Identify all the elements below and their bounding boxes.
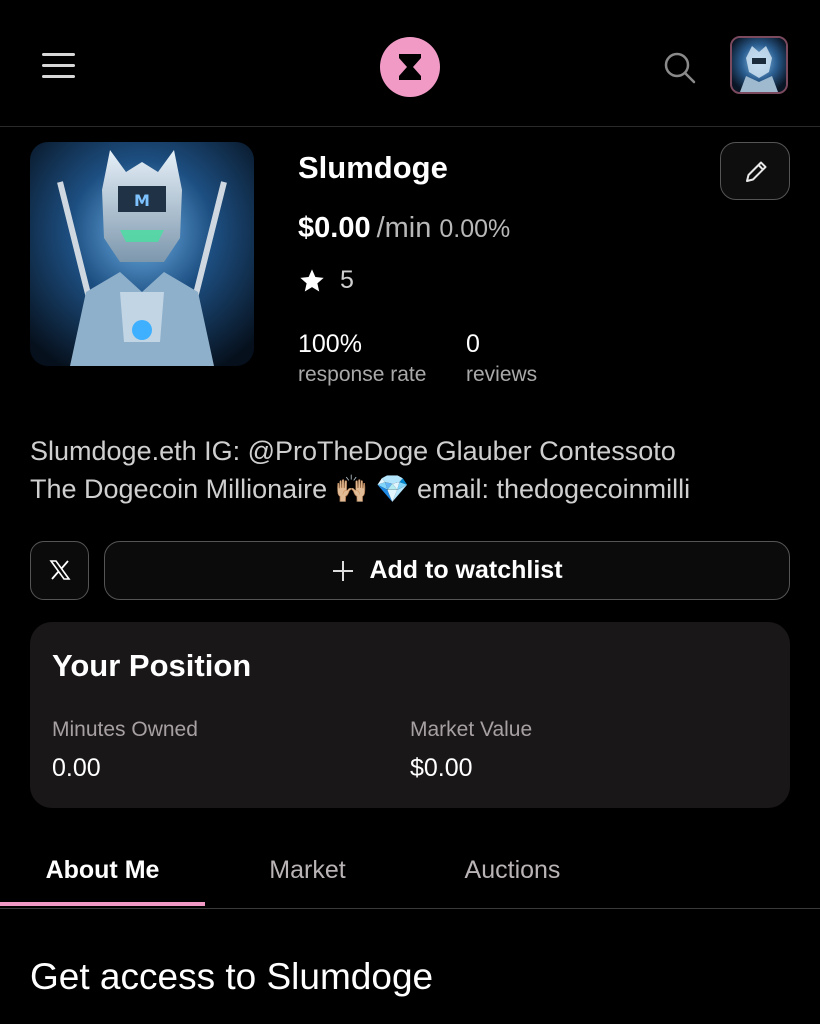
pencil-icon	[746, 161, 767, 182]
active-tab-indicator	[0, 902, 205, 906]
profile-image: M	[30, 142, 254, 366]
tab-auctions[interactable]: Auctions	[410, 838, 615, 906]
gem-emoji: 💎	[375, 474, 410, 504]
minutes-owned-label: Minutes Owned	[52, 718, 198, 741]
position-title: Your Position	[52, 648, 252, 683]
profile-tabs: About Me Market Auctions	[0, 838, 820, 909]
x-social-button[interactable]	[30, 541, 89, 600]
search-icon[interactable]	[660, 48, 700, 88]
tab-about-me[interactable]: About Me	[0, 838, 205, 906]
market-value-value: $0.00	[410, 754, 473, 782]
raised-hands-emoji: 🙌🏼	[334, 474, 369, 504]
plus-icon	[333, 560, 354, 581]
position-card: Your Position Minutes Owned 0.00 Market …	[30, 622, 790, 808]
add-to-watchlist-button[interactable]: Add to watchlist	[104, 541, 790, 600]
bio-line-2-email: email: thedogecoinmilli	[416, 474, 691, 504]
svg-text:M: M	[134, 191, 150, 210]
star-icon	[300, 268, 324, 291]
response-rate-value: 100%	[298, 330, 362, 358]
market-value-metric: Market Value $0.00	[410, 718, 532, 783]
market-value-label: Market Value	[410, 718, 533, 741]
minutes-owned-value: 0.00	[52, 754, 101, 782]
price-value: $0.00	[298, 212, 371, 244]
response-rate-stat: 100% response rate	[298, 330, 426, 387]
reviews-stat: 0 reviews	[466, 330, 537, 387]
bio-line-2-text: The Dogecoin Millionaire	[30, 474, 328, 504]
profile-bio: Slumdoge.eth IG: @ProTheDoge Glauber Con…	[30, 432, 790, 508]
top-bar	[0, 0, 820, 127]
user-avatar[interactable]	[730, 36, 788, 94]
price-change: 0.00%	[439, 215, 511, 243]
section-title: Get access to Slumdoge	[30, 956, 434, 997]
rating: 5	[298, 266, 354, 295]
profile-name: Slumdoge	[298, 150, 448, 185]
reviews-value: 0	[466, 330, 480, 358]
minutes-owned-metric: Minutes Owned 0.00	[52, 718, 198, 783]
rating-value: 5	[340, 266, 354, 294]
hourglass-logo-icon[interactable]	[380, 37, 440, 97]
price-row: $0.00/min 0.00%	[298, 212, 510, 245]
bio-line-1: Slumdoge.eth IG: @ProTheDoge Glauber Con…	[30, 436, 676, 466]
edit-profile-button[interactable]	[720, 142, 790, 200]
price-unit: /min	[376, 212, 432, 244]
response-rate-label: response rate	[298, 363, 427, 386]
tab-market[interactable]: Market	[205, 838, 410, 906]
bio-line-2: The Dogecoin Millionaire 🙌🏼 💎 email: the…	[30, 470, 790, 508]
watchlist-label: Add to watchlist	[369, 556, 563, 584]
hamburger-menu-icon[interactable]	[40, 50, 78, 80]
reviews-label: reviews	[466, 363, 538, 386]
x-logo-icon	[49, 560, 71, 580]
